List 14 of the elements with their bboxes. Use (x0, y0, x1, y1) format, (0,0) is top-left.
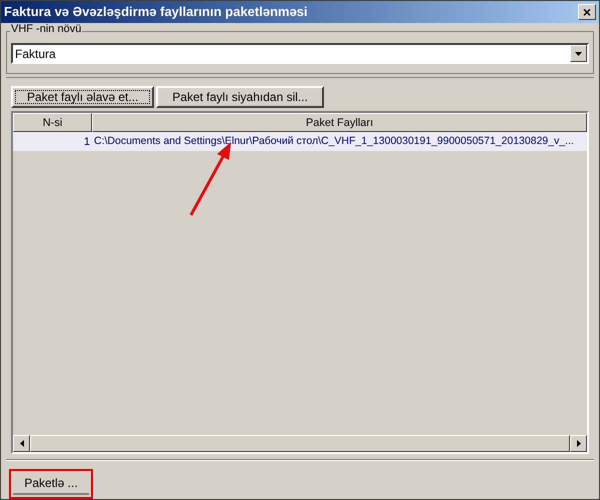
scroll-right-icon[interactable] (570, 435, 587, 452)
group-label: VHF -nin növü (10, 24, 82, 35)
table-row[interactable]: 1 C:\Documents and Settings\Elnur\Рабочий стол\C_VHF_1_1300030191_9900050571_20130829_v_... (13, 132, 587, 152)
dropdown-value: Faktura (14, 46, 57, 62)
file-path: C:\Documents and Settings\Elnur\Рабочий стол\C_VHF_1_1300030191_9900050571_20130829_v_... (93, 134, 575, 150)
scroll-left-icon[interactable] (13, 435, 30, 452)
row-number: 1 (82, 134, 91, 150)
toolbar-button[interactable]: Paket faylı əlavə et... (11, 86, 154, 108)
column-header[interactable]: N-si (13, 113, 92, 132)
window-title: Faktura və Əvəzləşdirmə fayllarının paketlənməsi (4, 3, 308, 22)
column-header[interactable]: Paket Faylları (92, 113, 587, 132)
close-button[interactable]: × (578, 4, 596, 20)
type-dropdown[interactable]: Faktura (11, 43, 589, 64)
toolbar-button[interactable]: Paket faylı siyahıdan sil... (156, 86, 324, 108)
